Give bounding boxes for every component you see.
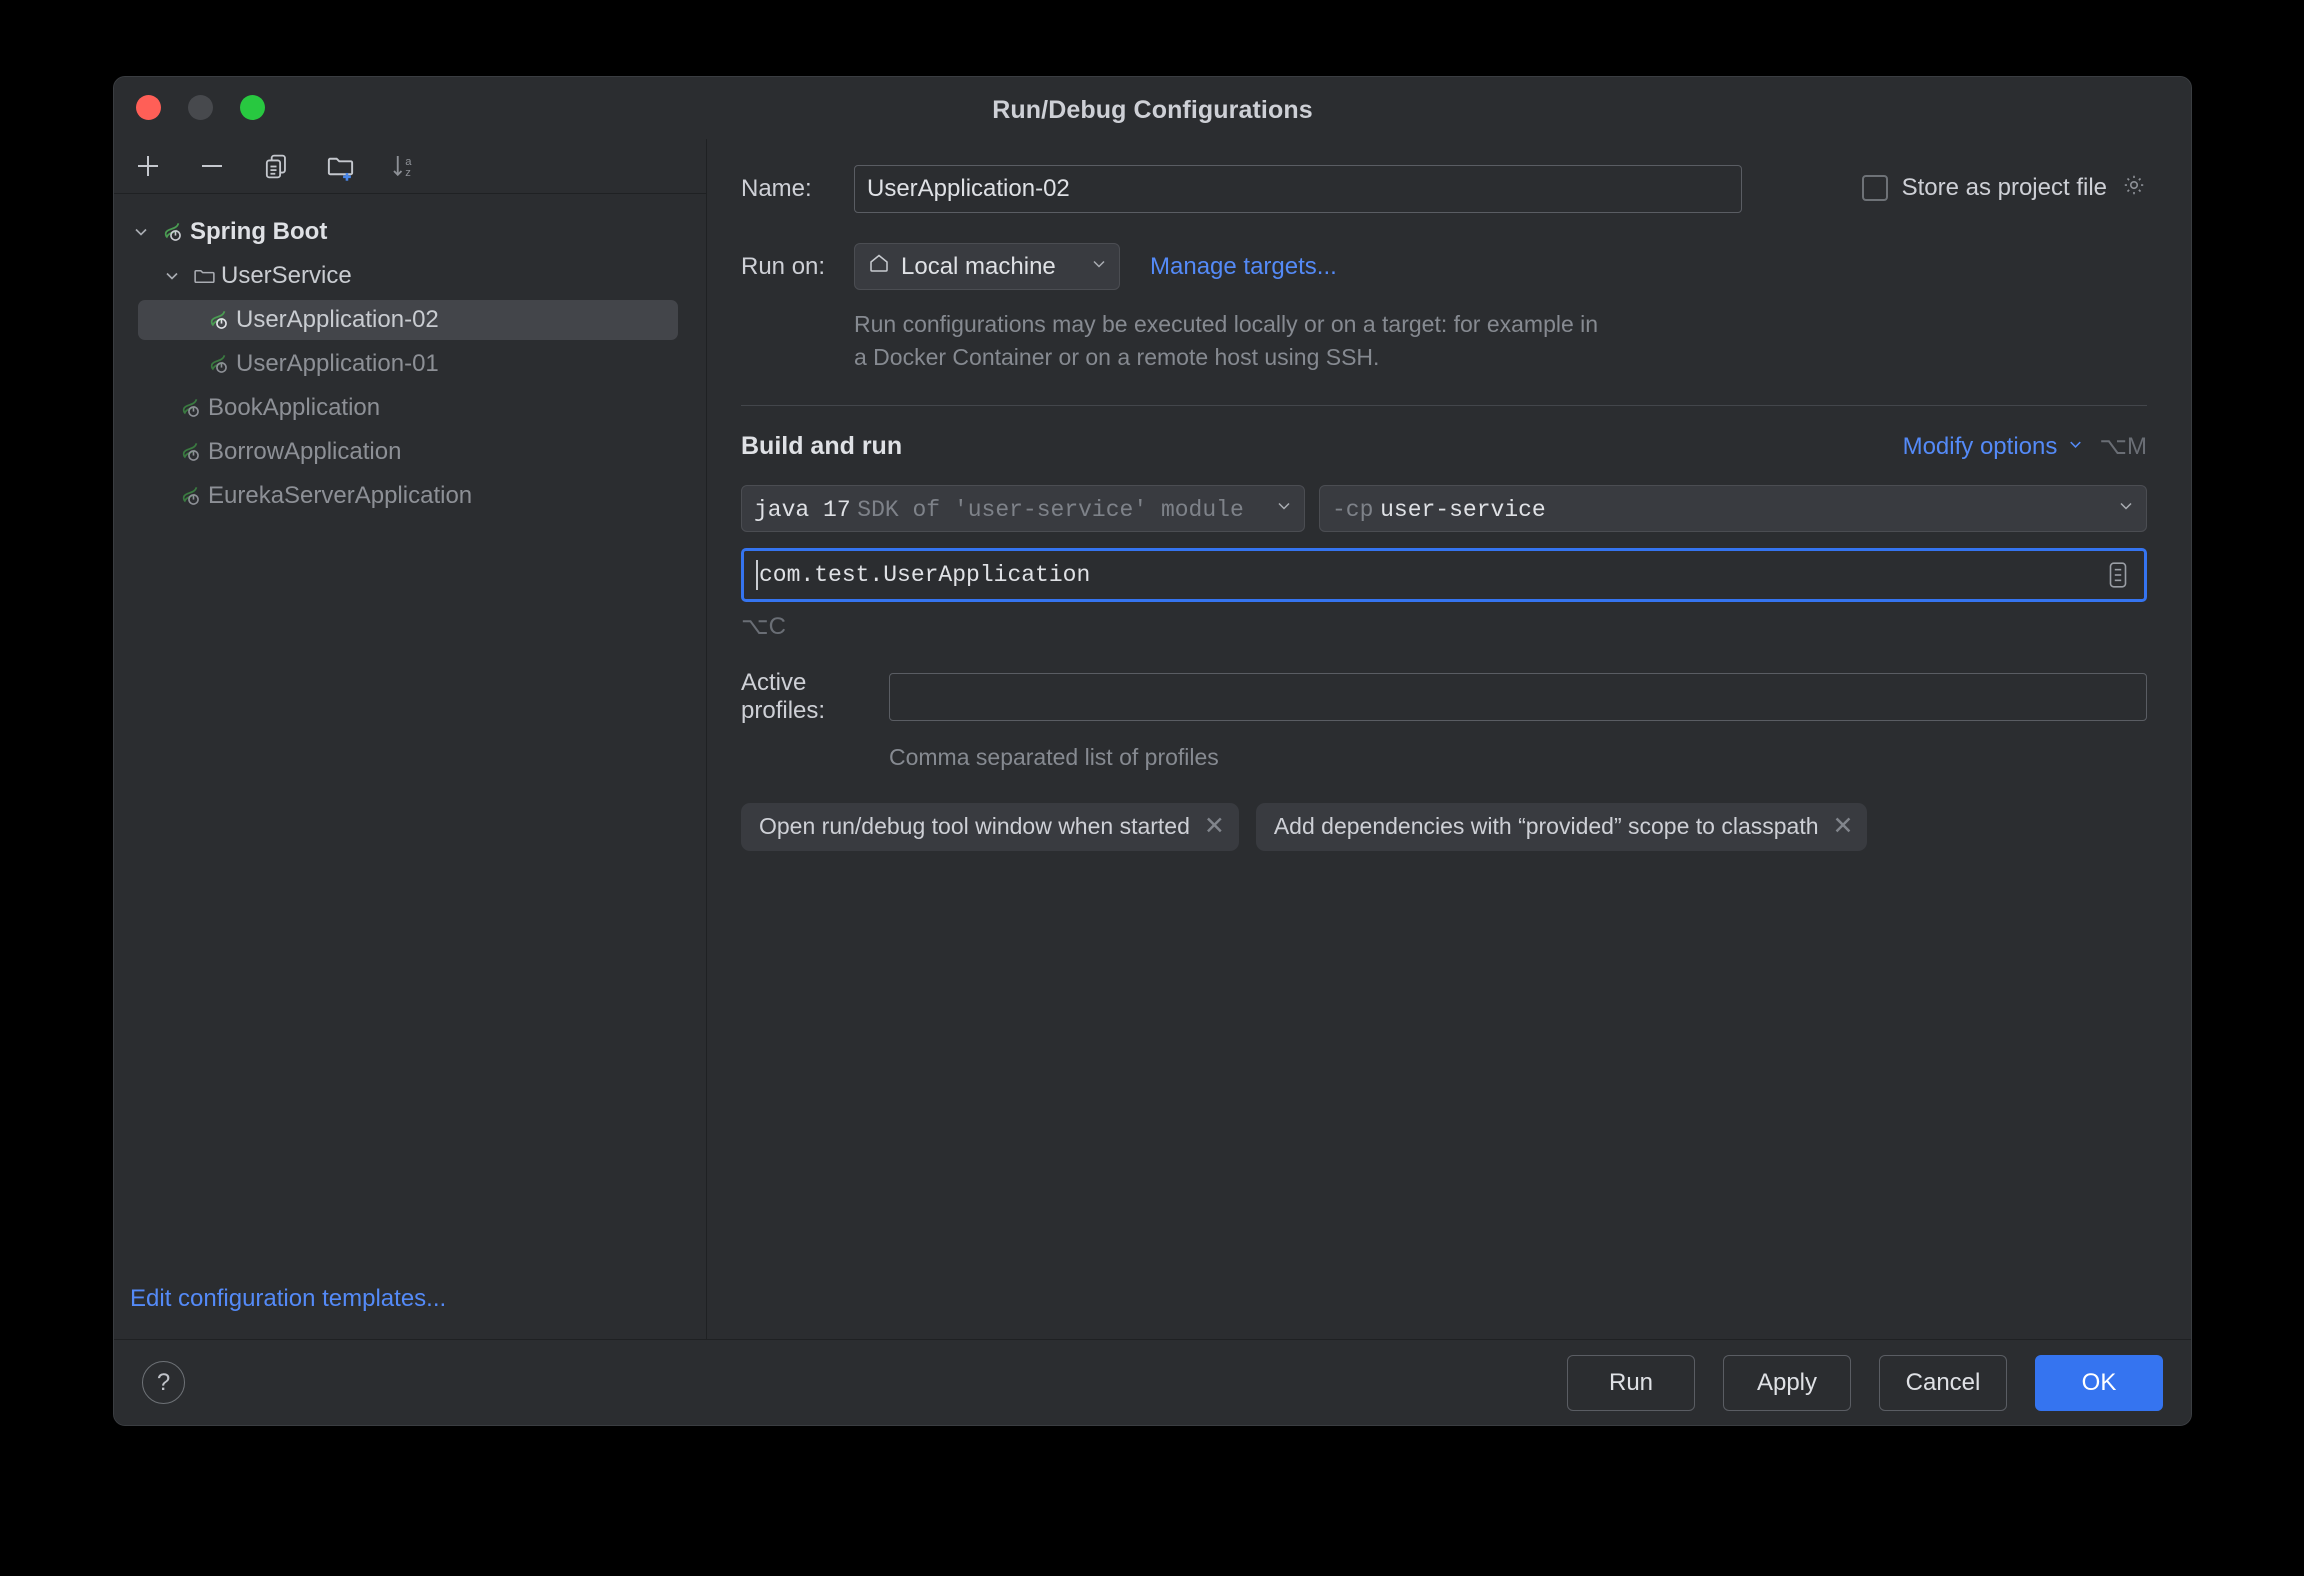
active-profiles-input[interactable] bbox=[889, 673, 2147, 722]
cancel-button[interactable]: Cancel bbox=[1879, 1354, 2007, 1411]
page-title: Run/Debug Configurations bbox=[992, 96, 1313, 124]
store-as-project-file-checkbox[interactable] bbox=[1861, 174, 1888, 201]
chip-open-tool-window[interactable]: Open run/debug tool window when started … bbox=[741, 802, 1239, 851]
chevron-down-icon[interactable] bbox=[126, 222, 156, 242]
configurations-tree[interactable]: Spring Boot UserService UserApplication-… bbox=[114, 194, 706, 1285]
chevron-down-icon[interactable] bbox=[157, 266, 187, 286]
text-caret bbox=[756, 560, 758, 591]
tree-item-eurekaserverapplication[interactable]: EurekaServerApplication bbox=[114, 474, 706, 518]
chevron-down-icon bbox=[2066, 433, 2085, 461]
tree-item-userservice[interactable]: UserService bbox=[114, 254, 706, 298]
edit-configuration-templates-link[interactable]: Edit configuration templates... bbox=[130, 1285, 446, 1312]
tree-item-label: BorrowApplication bbox=[208, 438, 402, 465]
tree-item-userapplication-02[interactable]: UserApplication-02 bbox=[114, 298, 706, 342]
classpath-module: user-service bbox=[1380, 496, 1546, 523]
new-folder-button[interactable] bbox=[318, 146, 362, 186]
tree-item-label: BookApplication bbox=[208, 394, 381, 421]
ok-button[interactable]: OK bbox=[2035, 1354, 2163, 1411]
tree-item-userapplication-01[interactable]: UserApplication-01 bbox=[114, 342, 706, 386]
build-and-run-title: Build and run bbox=[741, 432, 903, 461]
store-as-project-file-label: Store as project file bbox=[1901, 173, 2107, 201]
add-configuration-button[interactable] bbox=[126, 146, 170, 186]
svg-text:a: a bbox=[405, 156, 412, 168]
jdk-description: SDK of 'user-service' module bbox=[857, 496, 1244, 523]
tree-item-label: UserApplication-01 bbox=[236, 350, 439, 377]
chevron-down-icon bbox=[1274, 495, 1294, 523]
spring-boot-icon bbox=[202, 351, 236, 377]
store-as-project-file-row[interactable]: Store as project file bbox=[1861, 172, 2147, 203]
dialog-body: a z Spring Boot UserService UserApplicat… bbox=[114, 139, 2191, 1339]
run-button[interactable]: Run bbox=[1567, 1354, 1695, 1411]
spring-boot-icon bbox=[174, 395, 208, 421]
run-on-value: Local machine bbox=[901, 252, 1056, 280]
run-on-hint: Run configurations may be executed local… bbox=[854, 311, 1599, 370]
manage-targets-link[interactable]: Manage targets... bbox=[1150, 253, 1337, 281]
help-button[interactable]: ? bbox=[142, 1361, 185, 1404]
spring-boot-icon bbox=[174, 439, 208, 465]
modify-options-link[interactable]: Modify options bbox=[1903, 433, 2086, 461]
home-icon bbox=[867, 251, 891, 282]
tree-item-spring-boot[interactable]: Spring Boot bbox=[114, 210, 706, 254]
main-class-value: com.test.UserApplication bbox=[759, 562, 1091, 589]
gear-icon[interactable] bbox=[2121, 172, 2147, 203]
dialog-footer: ? Run Apply Cancel OK bbox=[114, 1339, 2191, 1425]
title-bar: Run/Debug Configurations bbox=[114, 77, 2191, 139]
active-profiles-hint: Comma separated list of profiles bbox=[889, 744, 1219, 771]
tree-item-label: UserService bbox=[221, 262, 352, 289]
main-class-row: com.test.UserApplication ⌥C bbox=[741, 548, 2147, 641]
apply-button[interactable]: Apply bbox=[1723, 1354, 1851, 1411]
name-label: Name: bbox=[741, 175, 812, 202]
spring-boot-icon bbox=[174, 483, 208, 509]
tree-item-borrowapplication[interactable]: BorrowApplication bbox=[114, 430, 706, 474]
classpath-flag: -cp bbox=[1332, 496, 1374, 523]
tree-item-label: Spring Boot bbox=[190, 218, 328, 245]
chip-label: Add dependencies with “provided” scope t… bbox=[1273, 813, 1819, 840]
main-class-shortcut: ⌥C bbox=[741, 613, 786, 641]
jdk-classpath-row: java 17 SDK of 'user-service' module -cp… bbox=[741, 485, 2147, 533]
tree-item-bookapplication[interactable]: BookApplication bbox=[114, 386, 706, 430]
sort-configurations-button[interactable]: a z bbox=[382, 146, 426, 186]
active-profiles-label: Active profiles: bbox=[741, 669, 826, 725]
run-debug-configurations-dialog: Run/Debug Configurations a z Spring Boot… bbox=[113, 76, 2192, 1426]
main-class-input[interactable]: com.test.UserApplication bbox=[741, 548, 2147, 603]
name-input[interactable] bbox=[854, 165, 1742, 213]
svg-text:z: z bbox=[405, 167, 411, 179]
close-icon[interactable]: ✕ bbox=[1204, 814, 1225, 839]
sidebar-toolbar: a z bbox=[114, 139, 706, 194]
copy-configuration-button[interactable] bbox=[254, 146, 298, 186]
modify-options-label: Modify options bbox=[1902, 432, 2058, 460]
classpath-dropdown[interactable]: -cp user-service bbox=[1319, 485, 2147, 533]
document-list-icon[interactable] bbox=[2102, 557, 2134, 593]
close-icon[interactable]: ✕ bbox=[1833, 814, 1854, 839]
tree-item-label: EurekaServerApplication bbox=[208, 482, 473, 509]
active-profiles-row: Active profiles: bbox=[741, 669, 2147, 725]
section-divider bbox=[741, 405, 2147, 407]
chip-label: Open run/debug tool window when started bbox=[759, 813, 1190, 840]
run-on-row: Run on: Local machine Manage targets... bbox=[741, 243, 2147, 290]
folder-icon bbox=[187, 264, 221, 289]
chevron-down-icon bbox=[1089, 253, 1109, 281]
chip-add-provided-dependencies[interactable]: Add dependencies with “provided” scope t… bbox=[1255, 802, 1868, 851]
sidebar-footer: Edit configuration templates... bbox=[114, 1285, 706, 1339]
chevron-down-icon bbox=[2116, 495, 2136, 523]
footer-actions: Run Apply Cancel OK bbox=[1567, 1354, 2163, 1411]
run-on-label: Run on: bbox=[741, 252, 826, 280]
configuration-form: Name: Store as project file Run on: bbox=[707, 139, 2191, 1339]
jdk-dropdown[interactable]: java 17 SDK of 'user-service' module bbox=[741, 485, 1305, 533]
configurations-sidebar: a z Spring Boot UserService UserApplicat… bbox=[114, 139, 707, 1339]
modify-options-shortcut: ⌥M bbox=[2099, 433, 2147, 461]
run-on-dropdown[interactable]: Local machine bbox=[854, 243, 1120, 290]
remove-configuration-button[interactable] bbox=[190, 146, 234, 186]
spring-boot-icon bbox=[202, 307, 236, 333]
build-and-run-header: Build and run Modify options ⌥M bbox=[741, 432, 2147, 461]
option-chips: Open run/debug tool window when started … bbox=[741, 802, 2147, 851]
jdk-value: java 17 bbox=[754, 496, 851, 523]
spring-boot-icon bbox=[156, 219, 190, 245]
tree-item-label: UserApplication-02 bbox=[236, 306, 439, 333]
